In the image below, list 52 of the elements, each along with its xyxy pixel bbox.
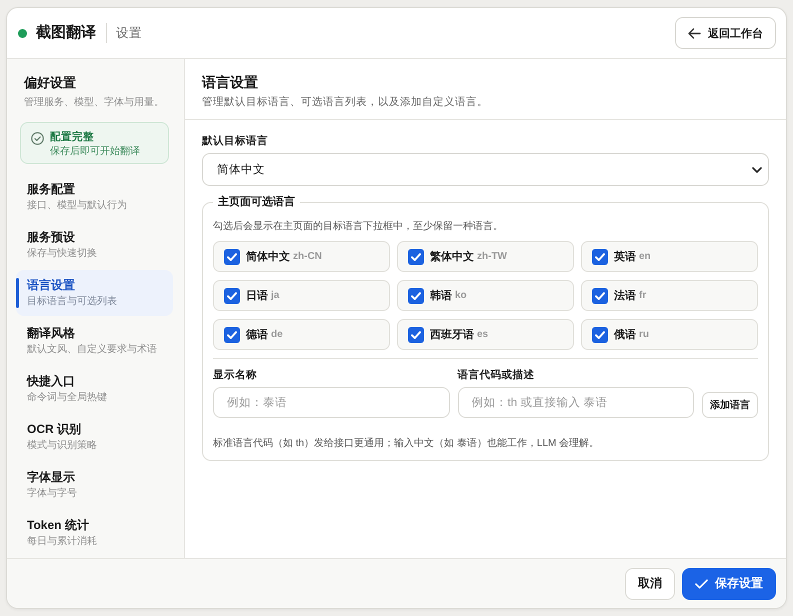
sidebar-item[interactable]: Token 统计 每日与累计消耗 <box>16 510 173 556</box>
check-circle-icon <box>31 132 44 145</box>
arrow-left-icon <box>688 28 701 38</box>
checkbox[interactable] <box>224 326 240 342</box>
status-dot-icon <box>18 28 27 38</box>
chevron-down-icon <box>752 166 762 172</box>
language-option[interactable]: 西班牙语 es <box>397 319 574 350</box>
sidebar-description: 管理服务、模型、字体与用量。 <box>23 96 165 110</box>
checkbox[interactable] <box>408 326 424 342</box>
language-option[interactable]: 英语 en <box>581 241 758 272</box>
status-text: 保存后即可开始翻译 <box>50 145 140 158</box>
sidebar-item[interactable]: OCR 识别 模式与识别策略 <box>16 414 173 460</box>
check-icon <box>695 578 708 588</box>
language-option[interactable]: 繁体中文 zh-TW <box>397 241 574 272</box>
language-option[interactable]: 俄语 ru <box>581 319 758 350</box>
add-language-button[interactable]: 添加语言 <box>702 392 758 418</box>
language-option[interactable]: 韩语 ko <box>397 280 574 311</box>
checkbox[interactable] <box>592 248 608 264</box>
save-button[interactable]: 保存设置 <box>682 568 776 600</box>
sidebar-item[interactable]: 服务预设 保存与快速切换 <box>16 222 173 268</box>
sidebar-item[interactable]: 翻译风格 默认文风、自定义要求与术语 <box>16 318 173 364</box>
group-legend: 主页面可选语言 <box>213 195 300 209</box>
checkbox[interactable] <box>592 288 608 304</box>
group-hint: 勾选后会显示在主页面的目标语言下拉框中，至少保留一种语言。 <box>213 220 504 234</box>
status-title: 配置完整 <box>50 131 95 144</box>
checkbox[interactable] <box>224 288 240 304</box>
language-option[interactable]: 简体中文 zh-CN <box>213 241 390 272</box>
back-button[interactable]: 返回工作台 <box>675 17 776 49</box>
field-label: 显示名称 <box>213 368 258 382</box>
checkbox[interactable] <box>592 326 608 342</box>
app-title: 截图翻译 <box>36 23 96 43</box>
language-option[interactable]: 法语 fr <box>581 280 758 311</box>
language-option[interactable]: 德语 de <box>213 319 390 350</box>
field-label: 默认目标语言 <box>202 134 269 148</box>
sidebar-item[interactable]: 字体显示 字体与字号 <box>16 462 173 508</box>
sidebar-item[interactable]: 服务配置 接口、模型与默认行为 <box>16 174 173 220</box>
checkbox[interactable] <box>408 248 424 264</box>
field-label: 语言代码或描述 <box>458 368 536 382</box>
section-description: 管理默认目标语言、可选语言列表，以及添加自定义语言。 <box>202 95 489 109</box>
text-field[interactable]: 例如：泰语 <box>213 387 450 418</box>
cancel-button[interactable]: 取消 <box>625 568 675 600</box>
section-title: 语言设置 <box>202 73 259 91</box>
language-select[interactable]: 简体中文 <box>202 153 769 186</box>
text-field[interactable]: 例如：th 或直接输入 泰语 <box>458 387 694 418</box>
sidebar-item[interactable]: 快捷入口 命令词与全局热键 <box>16 366 173 412</box>
help-text: 标准语言代码（如 th）发给接口更通用；输入中文（如 泰语）也能工作，LLM 会理解。 <box>213 437 600 451</box>
checkbox[interactable] <box>408 288 424 304</box>
page-label: 设置 <box>116 25 142 42</box>
language-option[interactable]: 日语 ja <box>213 280 390 311</box>
checkbox[interactable] <box>224 248 240 264</box>
sidebar-item[interactable]: 语言设置 目标语言与可选列表 <box>16 270 173 316</box>
sidebar-title: 偏好设置 <box>22 74 77 91</box>
